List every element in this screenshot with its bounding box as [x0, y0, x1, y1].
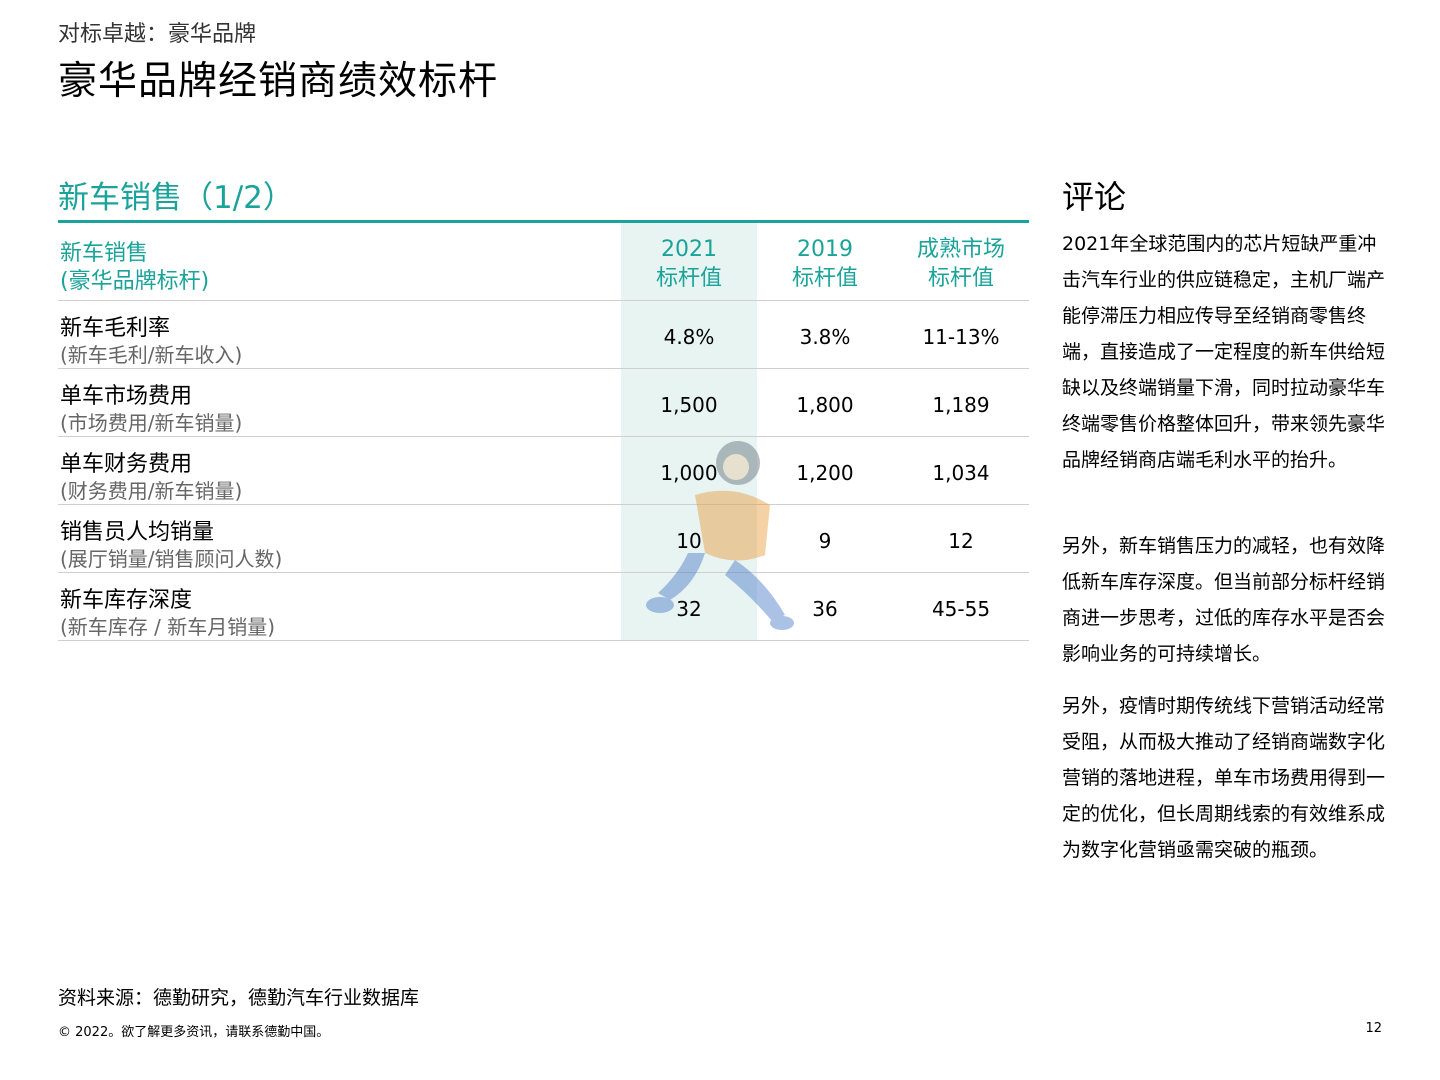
header-sublabel: (豪华品牌标杆): [60, 269, 210, 294]
cell-mature-market: 1,189: [932, 393, 990, 417]
row-label: 新车库存深度: [60, 588, 193, 613]
copyright-footer: © 2022。欲了解更多资讯，请联系德勤中国。: [58, 1025, 330, 1040]
row-label: 新车毛利率: [60, 316, 171, 341]
row-label: 单车财务费用: [60, 452, 193, 477]
source-note: 资料来源：德勤研究，德勤汽车行业数据库: [58, 987, 420, 1009]
table-row: 新车毛利率 (新车毛利/新车收入) 4.8% 3.8% 11-13%: [58, 301, 1029, 369]
page-title: 豪华品牌经销商绩效标杆: [58, 59, 499, 104]
table-row: 销售员人均销量 (展厅销量/销售顾问人数) 10 9 12: [58, 505, 1029, 573]
column-header-2019: 2019 标杆值: [791, 237, 858, 291]
cell-mature-market: 45-55: [931, 597, 991, 621]
page-subtitle: 对标卓越：豪华品牌: [58, 22, 257, 47]
row-label: 销售员人均销量: [60, 520, 215, 545]
column-header-mature-market: 成熟市场 标杆值: [916, 237, 1005, 291]
row-label: 单车市场费用: [60, 384, 193, 409]
comment-paragraph: 2021年全球范围内的芯片短缺严重冲击汽车行业的供应链稳定，主机厂端产能停滞压力…: [1062, 233, 1386, 471]
column-header-2021: 2021 标杆值: [655, 237, 722, 291]
cell-2021: 4.8%: [663, 325, 715, 349]
cell-2019: 1,800: [796, 393, 854, 417]
table-row: 单车市场费用 (市场费用/新车销量) 1,500 1,800 1,189: [58, 369, 1029, 437]
table-header-row: 新车销售 (豪华品牌标杆) 2021 标杆值 2019 标杆值 成熟市场 标杆值: [58, 223, 1029, 301]
row-sublabel: (新车毛利/新车收入): [60, 343, 243, 367]
cell-2021: 1,500: [660, 393, 718, 417]
comment-paragraph: 另外，新车销售压力的减轻，也有效降低新车库存深度。但当前部分标杆经销商进一步思考…: [1062, 535, 1386, 665]
table-row: 新车库存深度 (新车库存 / 新车月销量) 32 36 45-55: [58, 573, 1029, 641]
cell-mature-market: 1,034: [932, 461, 990, 485]
comment-title: 评论: [1062, 178, 1127, 216]
row-sublabel: (新车库存 / 新车月销量): [60, 615, 276, 639]
comment-paragraph: 另外，疫情时期传统线下营销活动经常受阻，从而极大推动了经销商端数字化营销的落地进…: [1062, 695, 1386, 861]
row-sublabel: (市场费用/新车销量): [60, 411, 243, 435]
running-person-illustration: [646, 441, 794, 630]
section-title: 新车销售（1/2）: [58, 180, 294, 216]
row-sublabel: (展厅销量/销售顾问人数): [60, 547, 283, 571]
cell-mature-market: 11-13%: [922, 325, 1000, 349]
row-sublabel: (财务费用/新车销量): [60, 479, 243, 503]
page-number: 12: [1365, 1021, 1382, 1036]
cell-mature-market: 12: [948, 529, 974, 553]
cell-2019: 3.8%: [799, 325, 851, 349]
table-row: 单车财务费用 (财务费用/新车销量) 1,000 1,200 1,034: [58, 437, 1029, 505]
